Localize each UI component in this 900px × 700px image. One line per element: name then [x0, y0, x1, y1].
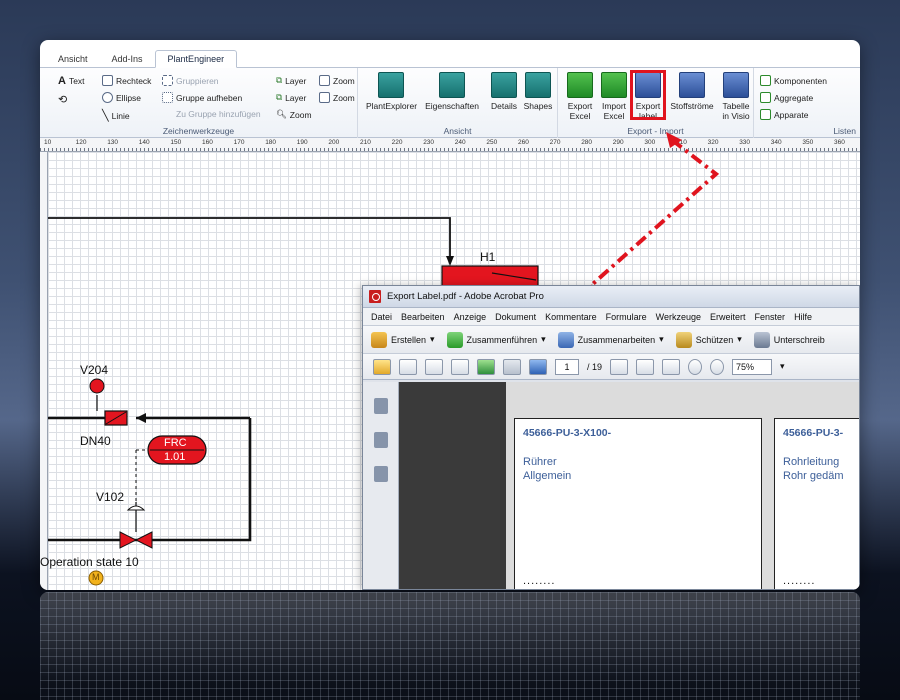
menu-item-anzeige[interactable]: Anzeige — [454, 312, 487, 322]
schuetzen-label: Schützen — [695, 334, 734, 345]
acrobat-title: Export Label.pdf - Adobe Acrobat Pro — [387, 291, 544, 302]
pages-icon[interactable] — [374, 398, 388, 414]
v102-valve-right[interactable] — [134, 531, 153, 549]
open-folder-icon[interactable] — [373, 358, 391, 375]
label-card-2: 45666-PU-3- Rohrleitung Rohr gedäm .....… — [774, 418, 859, 589]
menu-item-bearbeiten[interactable]: Bearbeiten — [401, 312, 445, 322]
prev-page-icon[interactable] — [503, 358, 521, 375]
chevron-down-icon: ▾ — [430, 334, 435, 344]
label-code: 45666-PU-3-X100- — [523, 427, 612, 439]
lock-icon — [675, 331, 692, 348]
arrow-left-icon — [136, 413, 146, 423]
v204-actuator[interactable] — [89, 378, 105, 394]
zusammenfuehren-label: Zusammenführen — [466, 334, 538, 345]
save-icon[interactable] — [425, 358, 443, 375]
chevron-down-icon: ▾ — [737, 334, 742, 344]
document-margin — [399, 382, 506, 589]
v102-valve-left[interactable] — [119, 531, 138, 549]
reflection-grid — [40, 592, 860, 700]
v204-label: V204 — [80, 363, 109, 377]
unterschreiben-label: Unterschreib — [773, 334, 825, 345]
acrobat-body: 45666-PU-3-X100- Rührer Allgemein ......… — [363, 382, 859, 589]
combine-icon — [446, 331, 463, 348]
label-line-2: Allgemein — [523, 470, 572, 482]
frc-number-label: 1.01 — [164, 451, 186, 463]
attachments-icon[interactable] — [374, 432, 388, 448]
unterschreiben-button[interactable]: Unterschreib — [753, 331, 825, 348]
v102-actuator[interactable] — [126, 505, 146, 511]
pdf-icon — [369, 290, 381, 303]
page-total: / 19 — [587, 361, 603, 372]
label-line-1: Rohrleitung — [783, 456, 840, 468]
navigation-pane — [363, 382, 399, 589]
zoom-tool-icon[interactable] — [662, 358, 681, 375]
erstellen-button[interactable]: Erstellen ▾ — [371, 331, 435, 348]
label-line-2: Rohr gedäm — [783, 470, 844, 482]
acrobat-menu-bar: Datei Bearbeiten Anzeige Dokument Kommentare… — [363, 308, 859, 326]
hand-tool-icon[interactable] — [636, 358, 655, 375]
label-dots: ........ — [783, 575, 816, 587]
motor-label: M — [92, 572, 100, 582]
collaborate-icon — [557, 331, 574, 348]
acrobat-nav-toolbar: 1 / 19 75% ▾ — [363, 354, 859, 380]
screenshot-reflection — [40, 592, 860, 700]
arrow-down-icon — [446, 256, 454, 266]
frc-label: FRC — [164, 437, 187, 449]
callout-arrow — [584, 138, 720, 292]
dn40-label: DN40 — [80, 434, 111, 448]
chevron-down-icon: ▾ — [541, 334, 546, 344]
pipe-line-top — [48, 217, 451, 262]
erstellen-label: Erstellen — [391, 334, 427, 345]
menu-item-formulare[interactable]: Formulare — [606, 312, 647, 322]
menu-item-werkzeuge[interactable]: Werkzeuge — [656, 312, 701, 322]
pipe-loop — [230, 418, 252, 542]
page-number-input[interactable]: 1 — [555, 358, 579, 375]
next-page-icon[interactable] — [529, 358, 547, 375]
zoom-out-icon[interactable] — [688, 358, 703, 375]
zusammenarbeiten-label: Zusammenarbeiten — [577, 334, 656, 345]
zusammenarbeiten-button[interactable]: Zusammenarbeiten ▾ — [557, 331, 664, 348]
menu-item-fenster[interactable]: Fenster — [755, 312, 786, 322]
menu-item-dokument[interactable]: Dokument — [495, 312, 536, 322]
create-icon — [371, 331, 387, 348]
zoom-in-icon[interactable] — [710, 358, 725, 375]
chevron-down-icon: ▾ — [659, 334, 664, 344]
label-line-1: Rührer — [523, 456, 557, 468]
chevron-down-icon[interactable]: ▾ — [780, 361, 785, 372]
label-dots: ........ — [523, 575, 556, 587]
h1-label: H1 — [480, 250, 496, 264]
menu-item-kommentare[interactable]: Kommentare — [545, 312, 597, 322]
acrobat-task-toolbar: Erstellen ▾ Zusammenführen ▾ Zusammenarbei… — [363, 326, 859, 354]
document-page[interactable]: 45666-PU-3-X100- Rührer Allgemein ......… — [506, 382, 859, 589]
acrobat-title-bar[interactable]: Export Label.pdf - Adobe Acrobat Pro — [363, 286, 859, 308]
label-code: 45666-PU-3- — [783, 427, 844, 439]
signatures-icon[interactable] — [374, 466, 388, 482]
print-icon[interactable] — [399, 358, 417, 375]
screenshot-frame: Ansicht Add-Ins PlantEngineer A Text ⟲ Re… — [40, 40, 860, 590]
email-icon[interactable] — [451, 358, 469, 375]
operation-state-label: Operation state 10 — [40, 555, 139, 569]
menu-item-datei[interactable]: Datei — [371, 312, 392, 322]
menu-item-hilfe[interactable]: Hilfe — [794, 312, 812, 322]
zusammenfuehren-button[interactable]: Zusammenführen ▾ — [446, 331, 546, 348]
v102-label: V102 — [96, 490, 125, 504]
sign-icon — [753, 331, 770, 348]
acrobat-window[interactable]: Export Label.pdf - Adobe Acrobat Pro Dat… — [362, 285, 860, 590]
label-card-1: 45666-PU-3-X100- Rührer Allgemein ......… — [514, 418, 762, 589]
menu-item-erweitert[interactable]: Erweitert — [710, 312, 746, 322]
schuetzen-button[interactable]: Schützen ▾ — [675, 331, 742, 348]
zoom-select[interactable]: 75% — [732, 358, 773, 375]
globe-icon[interactable] — [477, 358, 495, 375]
select-text-icon[interactable] — [610, 358, 629, 375]
